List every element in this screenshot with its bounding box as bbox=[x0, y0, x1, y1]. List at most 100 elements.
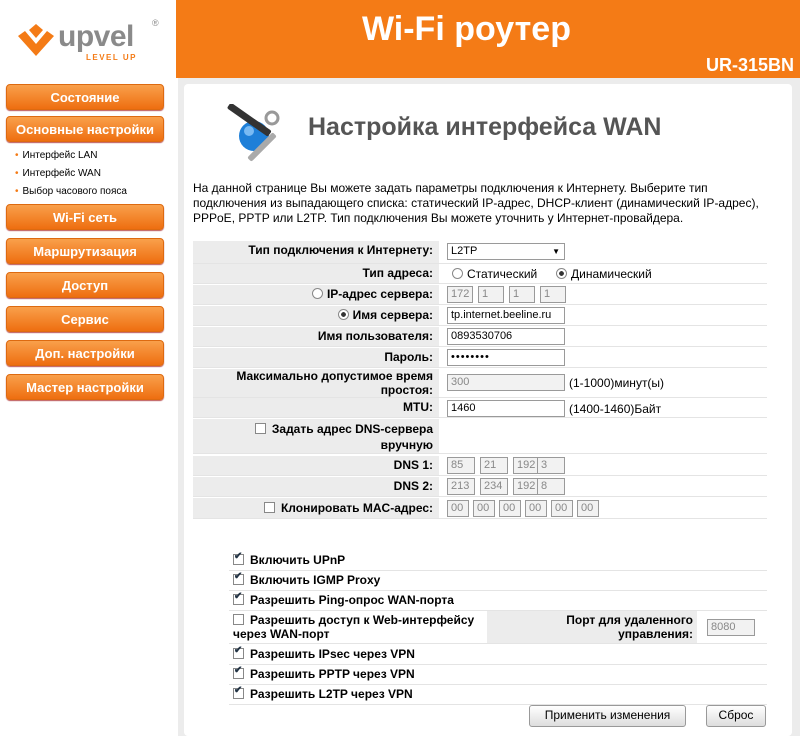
dns-manual-option[interactable]: Задать адрес DNS-сервера вручную bbox=[243, 421, 433, 453]
addr-dynamic-label: Динамический bbox=[571, 267, 652, 281]
web-access-label: Разрешить доступ к Web-интерфейсу через … bbox=[233, 613, 475, 641]
row-dns1: DNS 1: 85 21 192 3 bbox=[193, 456, 767, 476]
password-label: Пароль: bbox=[384, 350, 433, 364]
header-bar: upvel ® LEVEL UP Wi-Fi роутер UR-315BN bbox=[0, 0, 800, 78]
settings-tools-icon bbox=[227, 104, 280, 162]
radio-dynamic[interactable] bbox=[556, 268, 567, 279]
upnp-checkbox[interactable] bbox=[233, 551, 244, 565]
option-igmp[interactable]: Включить IGMP Proxy bbox=[229, 571, 767, 591]
addr-dynamic-option[interactable]: Динамический bbox=[556, 267, 652, 281]
model-name: UR-315BN bbox=[705, 55, 794, 75]
mac-clone-checkbox[interactable] bbox=[263, 502, 275, 513]
sidebar: Состояние Основные настройки Интерфейс L… bbox=[0, 78, 176, 736]
nav-wizard[interactable]: Мастер настройки bbox=[6, 374, 164, 400]
row-dns2: DNS 2: 213 234 192 8 bbox=[193, 477, 767, 497]
nav-sub-timezone[interactable]: Выбор часового пояса bbox=[16, 186, 127, 197]
dns1-octet[interactable]: 85 bbox=[447, 457, 475, 474]
row-addr-type: Тип адреса: Статический Динамический bbox=[193, 264, 767, 284]
addr-type-label: Тип адреса: bbox=[362, 266, 433, 280]
ipsec-label: Разрешить IPsec через VPN bbox=[250, 647, 415, 661]
addr-static-option[interactable]: Статический bbox=[452, 267, 537, 281]
remote-port-input[interactable]: 8080 bbox=[707, 619, 755, 636]
server-name-option[interactable]: Имя сервера: bbox=[337, 308, 433, 322]
conn-type-value: L2TP bbox=[451, 245, 478, 257]
option-pptp[interactable]: Разрешить PPTP через VPN bbox=[229, 665, 767, 685]
nav-access[interactable]: Доступ bbox=[6, 272, 164, 298]
web-access-option[interactable]: Разрешить доступ к Web-интерфейсу через … bbox=[233, 613, 483, 641]
page-title: Настройка интерфейса WAN bbox=[308, 113, 662, 141]
mac-clone-option[interactable]: Клонировать MAC-адрес: bbox=[263, 501, 433, 515]
server-ip-option[interactable]: IP-адрес сервера: bbox=[311, 287, 433, 301]
logo-text: upvel bbox=[58, 20, 134, 53]
radio-server-ip[interactable] bbox=[311, 288, 323, 299]
dns2-octet[interactable]: 8 bbox=[537, 478, 565, 495]
ping-checkbox[interactable] bbox=[233, 591, 244, 605]
reset-button[interactable]: Сброс bbox=[706, 705, 766, 727]
nav-sub-wan[interactable]: Интерфейс WAN bbox=[16, 168, 101, 179]
nav-routing[interactable]: Маршрутизация bbox=[6, 238, 164, 264]
mac-octet[interactable]: 00 bbox=[551, 500, 573, 517]
radio-static[interactable] bbox=[452, 268, 463, 279]
server-ip-octet[interactable]: 1 bbox=[509, 286, 535, 303]
dns-manual-label: Задать адрес DNS-сервера вручную bbox=[271, 422, 433, 452]
apply-button[interactable]: Применить изменения bbox=[529, 705, 686, 727]
igmp-checkbox[interactable] bbox=[233, 571, 244, 585]
header-title: Wi-Fi роутер bbox=[362, 10, 571, 48]
mac-octet[interactable]: 00 bbox=[499, 500, 521, 517]
logo[interactable]: upvel ® LEVEL UP bbox=[0, 0, 176, 78]
nav-wifi[interactable]: Wi-Fi сеть bbox=[6, 204, 164, 230]
pptp-label: Разрешить PPTP через VPN bbox=[250, 667, 415, 681]
upnp-label: Включить UPnP bbox=[250, 553, 346, 567]
nav-basic-settings[interactable]: Основные настройки bbox=[6, 116, 164, 142]
web-access-checkbox[interactable] bbox=[233, 614, 244, 625]
logo-registered-mark: ® bbox=[152, 18, 159, 28]
l2tp-checkbox[interactable] bbox=[233, 685, 244, 699]
password-input[interactable]: •••••••• bbox=[447, 349, 565, 366]
mtu-label: MTU: bbox=[403, 400, 433, 414]
remote-port-label: Порт для удаленного управления: bbox=[566, 613, 693, 641]
upvel-logo-icon bbox=[18, 24, 54, 56]
conn-type-select[interactable]: L2TP ▼ bbox=[447, 243, 565, 260]
radio-server-name[interactable] bbox=[337, 309, 349, 320]
dns-manual-checkbox[interactable] bbox=[254, 423, 266, 434]
row-server-name: Имя сервера: tp.internet.beeline.ru bbox=[193, 306, 767, 326]
server-ip-label: IP-адрес сервера: bbox=[326, 287, 433, 301]
dns2-octet[interactable]: 234 bbox=[480, 478, 508, 495]
row-conn-type: Тип подключения к Интернету: L2TP ▼ bbox=[193, 241, 767, 264]
nav-sub-lan[interactable]: Интерфейс LAN bbox=[16, 150, 98, 161]
mac-octet[interactable]: 00 bbox=[525, 500, 547, 517]
nav-status[interactable]: Состояние bbox=[6, 84, 164, 110]
option-l2tp[interactable]: Разрешить L2TP через VPN bbox=[229, 685, 767, 705]
row-username: Имя пользователя: 0893530706 bbox=[193, 327, 767, 347]
mac-octet[interactable]: 00 bbox=[447, 500, 469, 517]
option-ping[interactable]: Разрешить Ping-опрос WAN-порта bbox=[229, 591, 767, 611]
row-mac-clone: Клонировать MAC-адрес: 00 00 00 00 00 00 bbox=[193, 498, 767, 519]
username-input[interactable]: 0893530706 bbox=[447, 328, 565, 345]
option-upnp[interactable]: Включить UPnP bbox=[229, 551, 767, 571]
ipsec-checkbox[interactable] bbox=[233, 645, 244, 659]
addr-static-label: Статический bbox=[467, 267, 538, 281]
dns2-octet[interactable]: 213 bbox=[447, 478, 475, 495]
row-dns-manual: Задать адрес DNS-сервера вручную bbox=[193, 419, 767, 454]
dns1-octet[interactable]: 3 bbox=[537, 457, 565, 474]
idle-time-input[interactable]: 300 bbox=[447, 374, 565, 391]
mtu-input[interactable]: 1460 bbox=[447, 400, 565, 417]
server-name-label: Имя сервера: bbox=[352, 308, 433, 322]
pptp-checkbox[interactable] bbox=[233, 665, 244, 679]
mac-octet[interactable]: 00 bbox=[473, 500, 495, 517]
option-ipsec[interactable]: Разрешить IPsec через VPN bbox=[229, 645, 767, 665]
server-name-input[interactable]: tp.internet.beeline.ru bbox=[447, 307, 565, 324]
option-web-access: Разрешить доступ к Web-интерфейсу через … bbox=[229, 611, 767, 644]
nav-service[interactable]: Сервис bbox=[6, 306, 164, 332]
server-ip-octet[interactable]: 1 bbox=[540, 286, 566, 303]
nav-advanced[interactable]: Доп. настройки bbox=[6, 340, 164, 366]
idle-time-hint: (1-1000)минут(ы) bbox=[569, 376, 665, 390]
conn-type-label: Тип подключения к Интернету: bbox=[248, 243, 433, 257]
dns1-octet[interactable]: 21 bbox=[480, 457, 508, 474]
idle-time-label: Максимально допустимое время простоя: bbox=[236, 369, 433, 397]
server-ip-octet[interactable]: 1 bbox=[478, 286, 504, 303]
row-server-ip: IP-адрес сервера: 172 1 1 1 bbox=[193, 285, 767, 305]
ping-label: Разрешить Ping-опрос WAN-порта bbox=[250, 593, 454, 607]
mac-octet[interactable]: 00 bbox=[577, 500, 599, 517]
server-ip-octet[interactable]: 172 bbox=[447, 286, 473, 303]
